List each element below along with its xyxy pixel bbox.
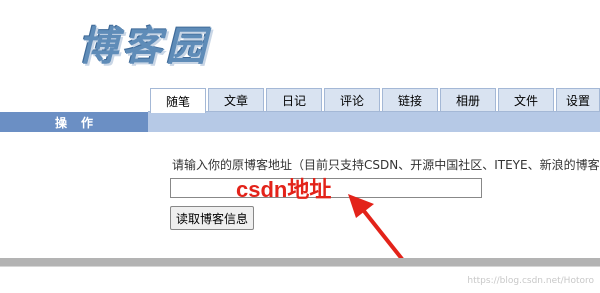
tab-essay[interactable]: 随笔 [150, 88, 206, 113]
read-blog-info-button[interactable]: 读取博客信息 [170, 206, 255, 230]
tab-settings[interactable]: 设置 [556, 88, 600, 112]
tab-diary[interactable]: 日记 [266, 88, 322, 112]
watermark: https://blog.csdn.net/Hotoro [467, 276, 594, 286]
import-prompt: 请输入你的原博客地址（目前只支持CSDN、开源中国社区、ITEYE、新浪的博客 [172, 158, 600, 172]
tab-comment[interactable]: 评论 [324, 88, 380, 112]
footer-divider [0, 266, 600, 267]
content-header-strip [148, 112, 600, 132]
annotation-label: csdn地址 [236, 177, 332, 202]
sidebar-panel [0, 132, 149, 258]
footer-bar [0, 258, 600, 266]
tab-links[interactable]: 链接 [382, 88, 438, 112]
tab-files[interactable]: 文件 [498, 88, 554, 112]
tab-album[interactable]: 相册 [440, 88, 496, 112]
tab-article[interactable]: 文章 [208, 88, 264, 112]
cnblogs-logo: 博客园 [78, 23, 210, 70]
sidebar-header: 操作 [0, 112, 148, 132]
tab-bar: 随笔 文章 日记 评论 链接 相册 文件 设置 [148, 88, 600, 113]
